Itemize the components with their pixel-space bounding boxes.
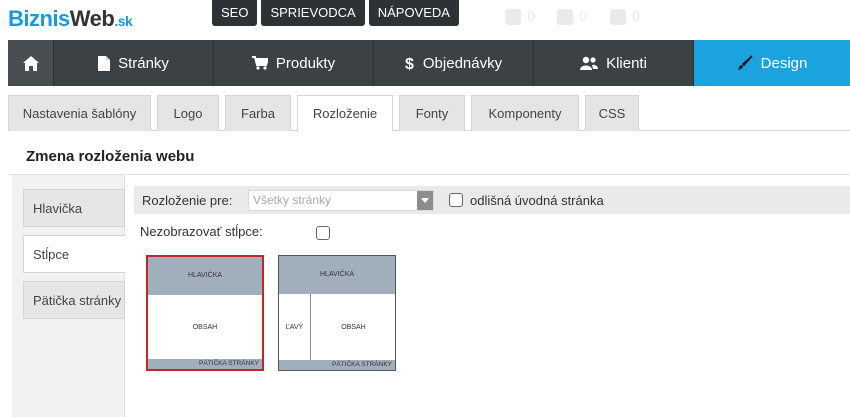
- users-count: 0: [527, 9, 536, 25]
- tab-color[interactable]: Farba: [225, 95, 291, 131]
- tab-fonts[interactable]: Fonty: [399, 95, 465, 131]
- nav-clients-label: Klienti: [606, 54, 647, 72]
- notification-icon: [609, 9, 626, 25]
- different-home-checkbox[interactable]: [449, 193, 463, 207]
- nav-products-label: Produkty: [275, 54, 336, 72]
- brush-icon: [737, 55, 753, 70]
- users-icon: [580, 56, 599, 70]
- sidenav-header[interactable]: Hlavička: [23, 189, 125, 227]
- tab-template-settings[interactable]: Nastavenia šablóny: [8, 95, 151, 131]
- nav-products[interactable]: Produkty: [214, 40, 374, 86]
- nav-pages[interactable]: Stránky: [54, 40, 214, 86]
- nav-home[interactable]: [8, 40, 54, 86]
- cart-icon: [557, 9, 574, 25]
- home-icon: [22, 55, 39, 71]
- nav-orders-label: Objednávky: [422, 54, 503, 72]
- svg-text:$: $: [405, 56, 414, 71]
- logo-part-3: .sk: [114, 13, 133, 29]
- notification-count: 0: [631, 9, 640, 25]
- logo-part-2: Web: [69, 6, 115, 31]
- hide-columns-checkbox[interactable]: [316, 226, 330, 240]
- layout-for-value: Všetky stránky: [253, 193, 332, 207]
- seo-link[interactable]: SEO: [212, 0, 258, 26]
- top-icons: 0 0 0: [505, 9, 640, 25]
- chevron-down-icon: [417, 191, 433, 210]
- guide-link[interactable]: SPRIEVODCA: [261, 0, 365, 26]
- dollar-icon: $: [405, 56, 414, 71]
- top-bar: BiznisWeb.sk SEO SPRIEVODCA NÁPOVEDA 0 0…: [0, 0, 850, 40]
- cart-icon: [251, 56, 268, 70]
- sidenav-footer[interactable]: Pätička stránky: [23, 281, 125, 319]
- layout-for-label: Rozloženie pre:: [142, 193, 233, 208]
- design-tabs: Nastavenia šablóny Logo Farba Rozloženie…: [8, 95, 850, 132]
- top-links: SEO SPRIEVODCA NÁPOVEDA: [212, 0, 459, 26]
- tab-components[interactable]: Komponenty: [471, 95, 579, 131]
- hide-columns-label: Nezobrazovať stĺpce:: [140, 224, 263, 239]
- main-nav: Stránky Produkty $ Objednávky Klienti De…: [8, 40, 850, 86]
- thumb-content: OBSAH: [192, 323, 218, 331]
- logo[interactable]: BiznisWeb.sk: [8, 6, 133, 32]
- title-divider: [8, 174, 850, 175]
- nav-pages-label: Stránky: [118, 54, 169, 72]
- thumb-footer: PÄTIČKA STRÁNKY: [148, 359, 262, 369]
- layout-sidenav: Hlavička Stĺpce Pätička stránky: [12, 175, 126, 417]
- different-home-label: odlišná úvodná stránka: [470, 193, 604, 208]
- layout-option-left-sidebar[interactable]: HLAVIČKA ĽAVÝ OBSAH PÄTIČKA STRÁNKY: [278, 255, 396, 371]
- tab-css[interactable]: CSS: [585, 95, 639, 131]
- nav-design[interactable]: Design: [694, 40, 850, 86]
- thumb-footer: PÄTIČKA STRÁNKY: [279, 360, 395, 370]
- help-link[interactable]: NÁPOVEDA: [368, 0, 459, 26]
- top-icon-cart[interactable]: 0: [557, 9, 588, 25]
- top-icon-notifications[interactable]: 0: [609, 9, 640, 25]
- logo-part-1: Biznis: [8, 6, 70, 31]
- thumb-left-column: ĽAVÝ: [279, 294, 311, 360]
- sidenav-columns[interactable]: Stĺpce: [23, 235, 126, 273]
- top-icon-users[interactable]: 0: [505, 9, 535, 25]
- thumb-header: HLAVIČKA: [148, 257, 262, 295]
- user-icon: [505, 9, 521, 25]
- tab-layout[interactable]: Rozloženie: [297, 95, 393, 132]
- tab-logo[interactable]: Logo: [157, 95, 219, 131]
- layout-option-no-sidebar[interactable]: HLAVIČKA OBSAH PÄTIČKA STRÁNKY: [146, 255, 264, 371]
- nav-design-label: Design: [760, 54, 808, 72]
- page-icon: [98, 55, 111, 71]
- page-title: Zmena rozloženia webu: [26, 148, 195, 165]
- thumb-header: HLAVIČKA: [279, 256, 395, 294]
- layout-for-select[interactable]: Všetky stránky: [248, 190, 434, 211]
- nav-orders[interactable]: $ Objednávky: [374, 40, 534, 86]
- cart-count: 0: [579, 9, 588, 25]
- thumb-content: OBSAH: [341, 323, 366, 331]
- nav-clients[interactable]: Klienti: [534, 40, 694, 86]
